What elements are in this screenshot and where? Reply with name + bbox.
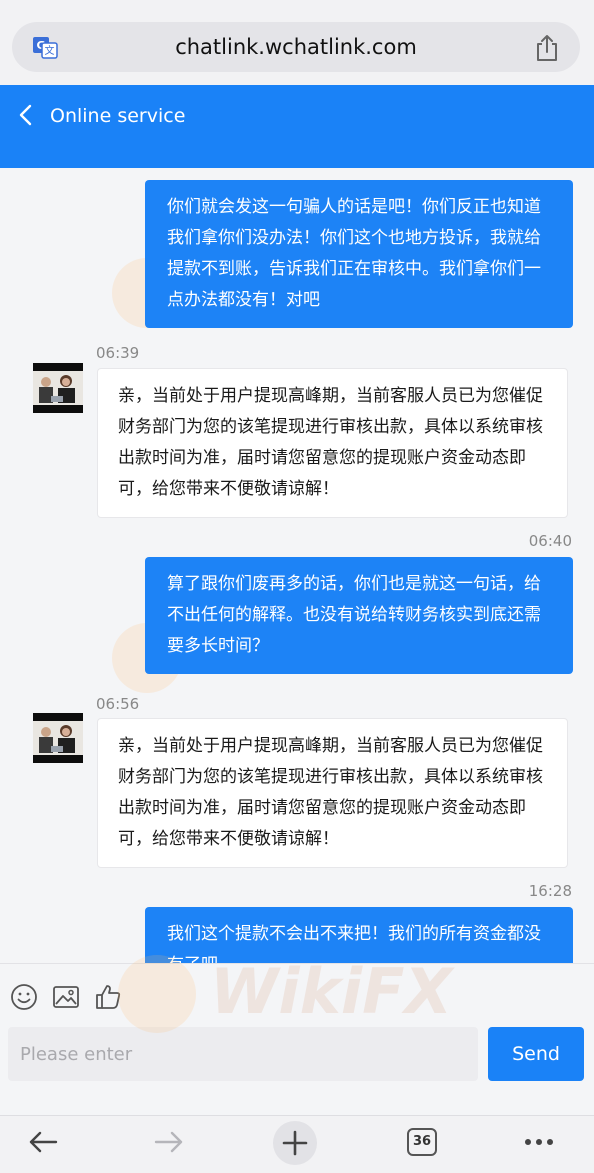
watermark-text: WikiFX xyxy=(210,955,453,1028)
more-icon[interactable] xyxy=(522,1128,556,1156)
message-bubble-outgoing: 你们就会发这一句骗人的话是吧！你们反正也知道我们拿你们没办法！你们这个也地方投诉… xyxy=(145,180,573,328)
message-time: 16:28 xyxy=(528,882,572,900)
back-icon[interactable] xyxy=(16,103,36,127)
emoji-icon[interactable] xyxy=(10,983,38,1011)
url-text[interactable]: chatlink.wchatlink.com xyxy=(72,22,520,72)
message-time: 06:40 xyxy=(528,532,572,550)
browser-address-bar: G 文 chatlink.wchatlink.com xyxy=(0,0,594,85)
image-icon[interactable] xyxy=(52,983,80,1011)
share-icon[interactable] xyxy=(534,34,560,62)
back-arrow-icon[interactable] xyxy=(26,1128,60,1156)
url-field[interactable]: G 文 chatlink.wchatlink.com xyxy=(12,22,580,72)
svg-text:文: 文 xyxy=(45,44,55,57)
translate-icon[interactable]: G 文 xyxy=(32,35,58,59)
avatar xyxy=(33,713,83,763)
avatar xyxy=(33,363,83,413)
forward-arrow-icon[interactable] xyxy=(152,1128,186,1156)
chat-message-list[interactable]: 你们就会发这一句骗人的话是吧！你们反正也知道我们拿你们没办法！你们这个也地方投诉… xyxy=(0,168,594,963)
watermark-logo xyxy=(118,955,196,1033)
message-bubble-incoming: 亲，当前处于用户提现高峰期，当前客服人员已为您催促财务部门为您的该笔提现进行审核… xyxy=(97,718,568,868)
page-title: Online service xyxy=(50,105,186,127)
browser-toolbar: 36 xyxy=(0,1115,594,1173)
message-bubble-outgoing: 算了跟你们废再多的话，你们也是就这一句话，给不出任何的解释。也没有说给转财务核实… xyxy=(145,557,573,674)
message-time: 06:39 xyxy=(96,344,140,362)
message-time: 06:56 xyxy=(96,695,140,713)
app-header: Online service xyxy=(0,85,594,168)
message-input[interactable] xyxy=(8,1027,478,1081)
message-bubble-incoming: 亲，当前处于用户提现高峰期，当前客服人员已为您催促财务部门为您的该笔提现进行审核… xyxy=(97,368,568,518)
tabs-icon[interactable]: 36 xyxy=(407,1128,437,1156)
new-tab-plus-icon[interactable] xyxy=(272,1120,318,1166)
send-button[interactable]: Send xyxy=(488,1027,584,1081)
